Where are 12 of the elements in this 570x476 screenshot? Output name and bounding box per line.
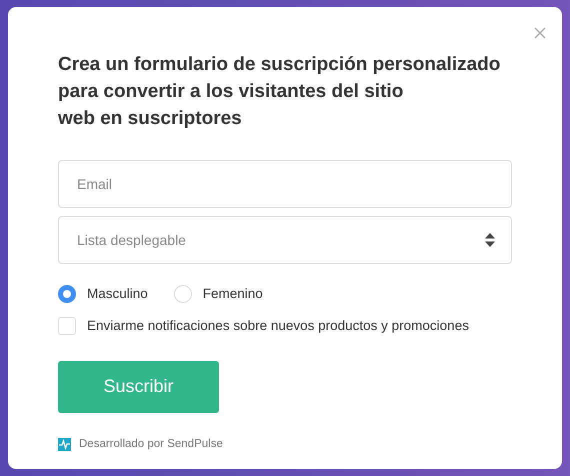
pulse-logo-icon [58,438,71,451]
radio-label: Femenino [202,285,263,303]
form-title: Crea un formulario de suscripción personalizado para convertir a los visitantes del sitio web en suscriptores [58,53,502,131]
sort-caret-icon [485,232,495,248]
powered-by-text: Desarrollado por SendPulse [79,436,223,452]
checkbox-label: Enviarme notificaciones sobre nuevos productos y promociones [87,317,469,336]
radio-button[interactable] [58,285,76,304]
radio-label: Masculino [87,285,148,303]
checkbox[interactable] [58,317,76,336]
email-field[interactable]: Email [58,160,512,208]
dropdown-field[interactable]: Lista desplegable [58,216,512,264]
subscribe-button[interactable]: Suscribir [58,360,219,412]
